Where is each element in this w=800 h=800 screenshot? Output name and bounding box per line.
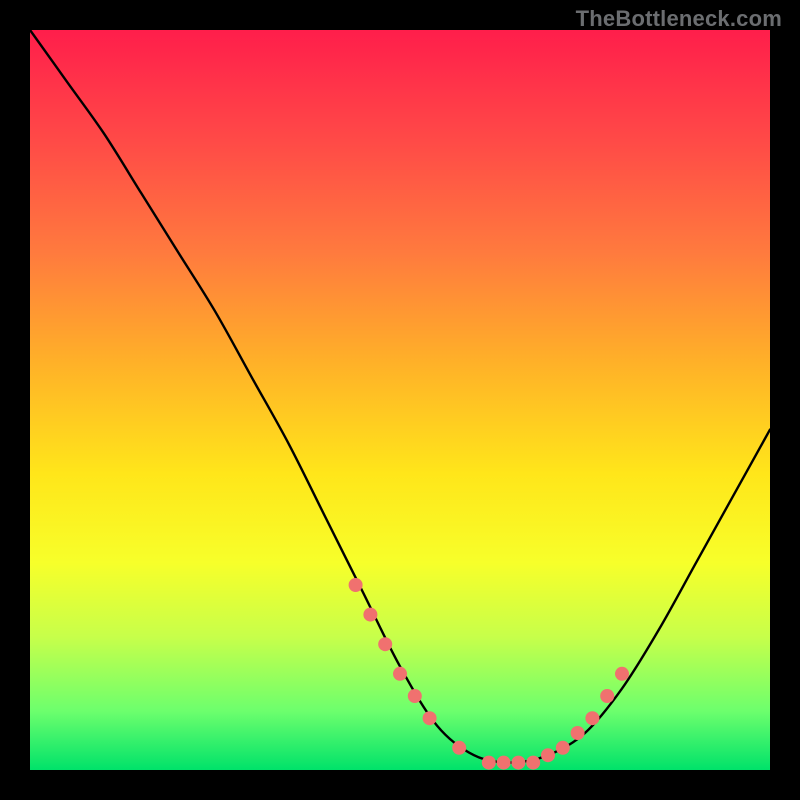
marker-dot [482, 756, 496, 770]
marker-dot [452, 741, 466, 755]
bottleneck-curve [30, 30, 770, 763]
marker-dot [497, 756, 511, 770]
marker-dot [511, 756, 525, 770]
marker-dot [349, 578, 363, 592]
marker-dot [378, 637, 392, 651]
marker-dot [423, 711, 437, 725]
marker-dot [615, 667, 629, 681]
marker-dot [541, 748, 555, 762]
chart-container: TheBottleneck.com [0, 0, 800, 800]
marker-dots [349, 578, 629, 770]
marker-dot [600, 689, 614, 703]
marker-dot [585, 711, 599, 725]
marker-dot [556, 741, 570, 755]
marker-dot [526, 756, 540, 770]
marker-dot [571, 726, 585, 740]
marker-dot [408, 689, 422, 703]
marker-dot [393, 667, 407, 681]
watermark-text: TheBottleneck.com [576, 6, 782, 32]
marker-dot [363, 608, 377, 622]
chart-overlay [30, 30, 770, 770]
